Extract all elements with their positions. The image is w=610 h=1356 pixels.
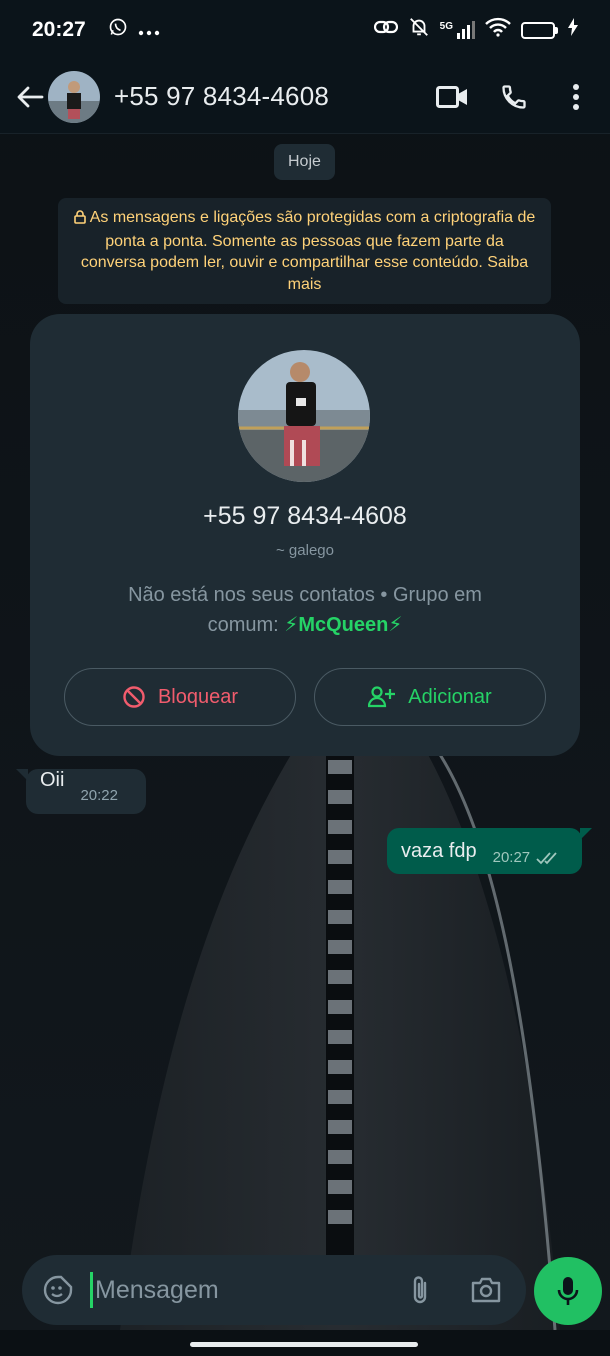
back-arrow-icon (17, 86, 44, 107)
unknown-contact-card: +55 97 8434-4608 ~ galego Não está nos s… (30, 314, 580, 756)
battery-icon: 23 (521, 21, 558, 39)
contact-nickname: ~ galego (276, 542, 334, 559)
incoming-message[interactable]: Oii 20:22 (16, 769, 146, 814)
camera-button[interactable] (462, 1268, 510, 1312)
date-chip: Hoje (274, 144, 335, 180)
message-time: 20:22 (80, 787, 118, 804)
message-meta: 20:27 (493, 849, 561, 866)
back-button[interactable] (8, 75, 52, 119)
contact-avatar[interactable] (48, 70, 100, 123)
mic-icon (557, 1277, 579, 1305)
block-label: Bloquear (157, 685, 239, 708)
video-call-button[interactable] (426, 71, 478, 123)
status-time: 20:27 (32, 18, 86, 41)
phone-call-icon (502, 84, 526, 109)
lock-icon (73, 209, 86, 231)
outgoing-message[interactable]: vaza fdp 20:27 (387, 828, 592, 874)
double-check-icon (536, 851, 557, 864)
voice-message-button[interactable] (534, 1257, 602, 1325)
contact-profile-photo[interactable] (238, 350, 370, 482)
status-bar: 20:27 5G 23 (0, 0, 610, 60)
camera-icon (471, 1277, 501, 1303)
message-composer (22, 1255, 526, 1325)
video-call-icon (436, 85, 467, 108)
encryption-notice-text: As mensagens e ligações são protegidas c… (80, 209, 536, 293)
text-cursor (90, 1272, 93, 1308)
chat-header: +55 97 8434-4608 (0, 60, 610, 134)
whatsapp-icon (108, 17, 128, 43)
more-vert-icon (573, 83, 579, 110)
block-button[interactable]: Bloquear (64, 668, 296, 726)
message-input[interactable] (95, 1275, 395, 1305)
charging-icon (568, 18, 578, 42)
message-time: 20:27 (492, 849, 531, 866)
battery-percent: 23 (531, 22, 545, 37)
link-icon (373, 17, 398, 43)
message-text: Oii (40, 769, 65, 791)
home-gesture-handle[interactable] (190, 1342, 418, 1347)
more-dots-icon (138, 18, 160, 42)
paperclip-icon (413, 1276, 427, 1304)
signal-icon: 5G (440, 21, 475, 39)
network-type: 5G (439, 21, 453, 32)
contact-title[interactable]: +55 97 8434-4608 (114, 81, 416, 112)
contact-phone-number: +55 97 8434-4608 (203, 502, 407, 530)
attach-button[interactable] (398, 1268, 442, 1312)
voice-call-button[interactable] (488, 71, 540, 123)
sticker-icon (43, 1275, 73, 1305)
add-person-icon (368, 686, 396, 708)
system-navigation-bar (0, 1330, 610, 1356)
bell-muted-icon (408, 16, 430, 44)
sticker-button[interactable] (38, 1270, 78, 1310)
common-group-link[interactable]: ⚡McQueen⚡ (284, 614, 402, 636)
add-label: Adicionar (408, 685, 492, 708)
more-options-button[interactable] (550, 71, 602, 123)
add-contact-button[interactable]: Adicionar (314, 668, 546, 726)
encryption-notice[interactable]: As mensagens e ligações são protegidas c… (58, 198, 551, 304)
contact-info: Não está nos seus contatos • Grupo em co… (90, 580, 520, 640)
block-icon (123, 686, 145, 708)
message-text: vaza fdp (401, 840, 477, 862)
wifi-icon (485, 17, 511, 43)
